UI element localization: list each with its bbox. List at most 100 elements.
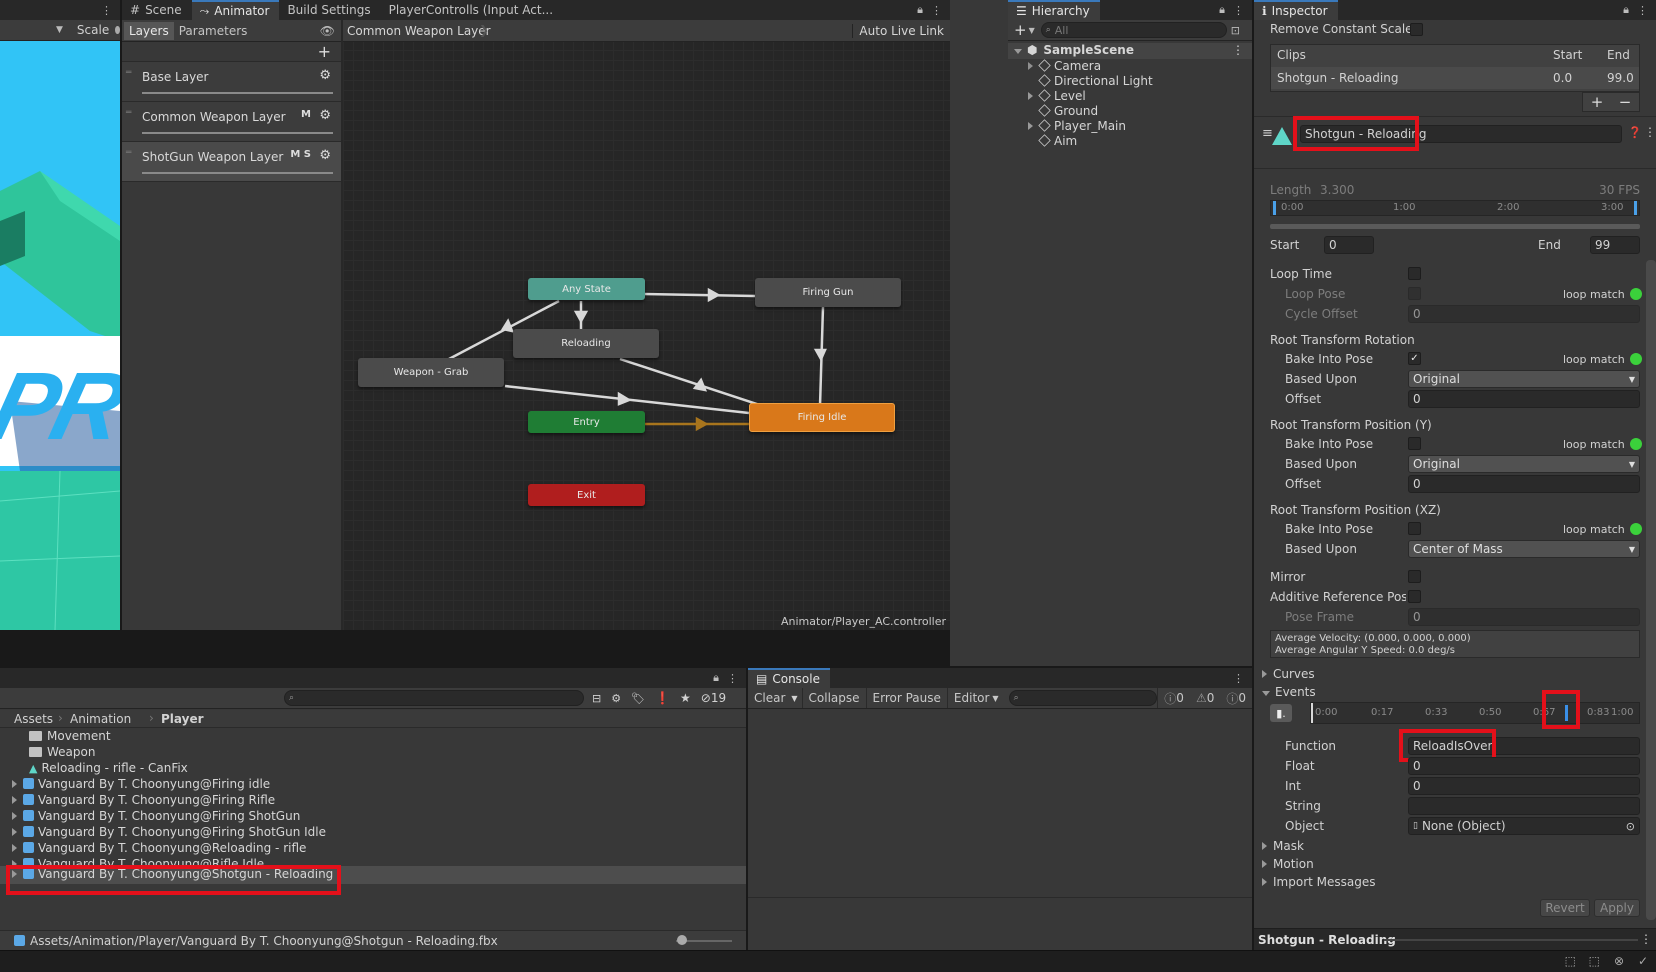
mask-foldout[interactable]: Mask <box>1262 839 1304 853</box>
lock-icon[interactable]: 🔒︎ <box>917 3 923 17</box>
rtpxz-bake-checkbox[interactable] <box>1408 522 1421 535</box>
end-field[interactable]: 99 <box>1590 236 1640 254</box>
tab-layers[interactable]: Layers <box>124 21 174 40</box>
cycle-offset-field[interactable]: 0 <box>1408 305 1640 323</box>
string-field[interactable] <box>1408 797 1640 815</box>
pose-frame-field[interactable]: 0 <box>1408 608 1640 626</box>
object-picker-icon[interactable]: ⊙ <box>1626 820 1635 833</box>
editor-dropdown[interactable]: Editor ▼ <box>946 688 1005 708</box>
list-item[interactable]: ▲ Reloading - rifle - CanFix <box>0 761 746 777</box>
favorite-icon[interactable]: ★ <box>680 691 691 705</box>
search-options-icon[interactable]: ⊡ <box>1231 24 1240 37</box>
scale-slider-knob[interactable] <box>115 26 120 34</box>
search-by-type-icon[interactable]: ⊟ <box>592 692 601 705</box>
loop-time-checkbox[interactable] <box>1408 267 1421 280</box>
rtr-based-upon-dropdown[interactable]: Original ▼ <box>1408 370 1640 388</box>
hidden-count[interactable]: ⊘19 <box>701 691 726 705</box>
icon-size-slider-knob[interactable] <box>677 935 687 945</box>
status-icon-2[interactable]: ⬚ <box>1589 954 1600 968</box>
hierarchy-item-player-main[interactable]: Player_Main <box>1008 119 1252 135</box>
list-item[interactable]: Vanguard By T. Choonyung@Firing idle <box>0 777 746 793</box>
hierarchy-item-level[interactable]: Level <box>1008 89 1252 105</box>
hierarchy-item-directional-light[interactable]: Directional Light <box>1008 74 1252 90</box>
rtr-bake-checkbox[interactable]: ✓ <box>1408 352 1421 365</box>
list-item[interactable]: Movement <box>0 729 746 745</box>
drag-handle-icon[interactable]: ═ <box>126 68 131 78</box>
tab-hierarchy[interactable]: ☰ Hierarchy <box>1008 0 1100 20</box>
error-pause-button[interactable]: Error Pause <box>865 688 947 708</box>
add-clip-button[interactable]: + <box>1591 93 1604 111</box>
dropdown-arrow-icon[interactable]: ▼ <box>1029 26 1035 35</box>
more-icon[interactable]: ⋮ <box>1233 4 1244 17</box>
timeline-end-marker[interactable] <box>1634 201 1637 215</box>
rtpy-based-upon-dropdown[interactable]: Original ▼ <box>1408 455 1640 473</box>
error-count-toggle[interactable]: ⓘ 0 <box>1220 688 1252 708</box>
add-layer-button[interactable]: + <box>318 42 331 61</box>
scene-row[interactable]: ⬢ SampleScene ⋮ <box>1008 43 1252 59</box>
rtpy-offset-field[interactable]: 0 <box>1408 475 1640 493</box>
tab-player-controls[interactable]: PlayerControlls (Input Act... <box>381 0 563 20</box>
node-reloading[interactable]: Reloading <box>513 329 659 358</box>
status-icon-3[interactable]: ⊗ <box>1614 954 1624 968</box>
motion-foldout[interactable]: Motion <box>1262 857 1314 871</box>
node-firing-gun[interactable]: Firing Gun <box>755 278 901 307</box>
tab-inspector[interactable]: ℹ Inspector <box>1254 0 1338 20</box>
gear-icon[interactable]: ⚙ <box>319 148 331 163</box>
breadcrumb-player[interactable]: Player <box>161 712 204 726</box>
node-exit[interactable]: Exit <box>528 484 645 506</box>
tab-parameters[interactable]: Parameters <box>174 22 253 40</box>
more-icon[interactable]: ⋮ <box>931 4 942 17</box>
tab-scene[interactable]: # Scene <box>122 0 192 20</box>
mirror-checkbox[interactable] <box>1408 570 1421 583</box>
hierarchy-item-ground[interactable]: Ground <box>1008 104 1252 120</box>
hierarchy-search-input[interactable]: ⌕ All <box>1040 22 1227 38</box>
list-item[interactable]: Vanguard By T. Choonyung@Firing Rifle <box>0 793 746 809</box>
clip-timeline[interactable]: 0:00 1:00 2:00 3:00 <box>1270 200 1640 216</box>
layer-item-shotgun-weapon[interactable]: ═ ShotGun Weapon Layer M S ⚙ <box>122 142 341 182</box>
import-messages-foldout[interactable]: Import Messages <box>1262 875 1376 889</box>
preview-bar[interactable]: Shotgun - Reloading ⋮ <box>1254 928 1656 950</box>
start-field[interactable]: 0 <box>1324 236 1374 254</box>
remove-clip-button[interactable]: − <box>1619 93 1632 111</box>
timeline-range-bar[interactable] <box>1270 224 1640 229</box>
more-icon[interactable]: ⋮ <box>1232 43 1244 57</box>
more-icon[interactable]: ⋮ <box>101 4 112 17</box>
breadcrumb-animation[interactable]: Animation <box>70 712 131 726</box>
console-detail-area[interactable] <box>748 899 1252 950</box>
breadcrumb-assets[interactable]: Assets <box>14 712 53 726</box>
list-item[interactable]: Vanguard By T. Choonyung@Firing ShotGun <box>0 809 746 825</box>
status-icon-1[interactable]: ⬚ <box>1565 954 1576 968</box>
lock-icon[interactable]: 🔒︎ <box>1623 3 1629 17</box>
project-search-input[interactable]: ⌕ <box>284 690 584 706</box>
more-icon[interactable]: ⋮ <box>1640 932 1652 946</box>
clear-options-arrow[interactable]: ▼ <box>791 694 797 703</box>
node-entry[interactable]: Entry <box>528 411 645 433</box>
filter-icon[interactable]: ⚙ <box>611 692 621 705</box>
events-timeline[interactable]: 0:00 0:17 0:33 0:50 0:67 0:83 1:00 <box>1310 702 1640 724</box>
console-search-input[interactable]: ⌕ <box>1008 690 1158 706</box>
list-item[interactable]: Vanguard By T. Choonyung@Reloading - rif… <box>0 841 746 857</box>
gear-icon[interactable]: ⚙ <box>319 68 331 83</box>
loop-pose-checkbox[interactable] <box>1408 287 1421 300</box>
help-icon[interactable]: ❓ <box>1628 126 1642 139</box>
tab-console[interactable]: ▤ Console <box>748 668 830 688</box>
lock-icon[interactable]: 🔒︎ <box>1219 3 1225 17</box>
gear-icon[interactable]: ⚙ <box>319 108 331 123</box>
drag-handle-icon[interactable]: ═ <box>126 148 131 158</box>
collapse-button[interactable]: Collapse <box>801 688 866 708</box>
float-field[interactable]: 0 <box>1408 757 1640 775</box>
node-firing-idle[interactable]: Firing Idle <box>749 403 895 432</box>
warning-filter-icon[interactable]: ❗ <box>655 691 670 705</box>
tab-animator[interactable]: ⤳ Animator <box>191 0 280 20</box>
rtpy-bake-checkbox[interactable] <box>1408 437 1421 450</box>
drag-handle-icon[interactable]: ═ <box>126 108 131 118</box>
revert-button[interactable]: Revert <box>1540 899 1590 917</box>
timeline-start-marker[interactable] <box>1273 201 1276 215</box>
apply-button[interactable]: Apply <box>1594 899 1640 917</box>
clear-button[interactable]: Clear <box>748 688 791 708</box>
console-log-area[interactable] <box>748 710 1252 898</box>
add-object-button[interactable]: + <box>1014 21 1027 39</box>
more-icon[interactable]: ⋮ <box>1637 4 1648 17</box>
eye-icon[interactable]: 👁︎ <box>320 24 335 38</box>
events-foldout[interactable]: Events <box>1262 685 1316 699</box>
